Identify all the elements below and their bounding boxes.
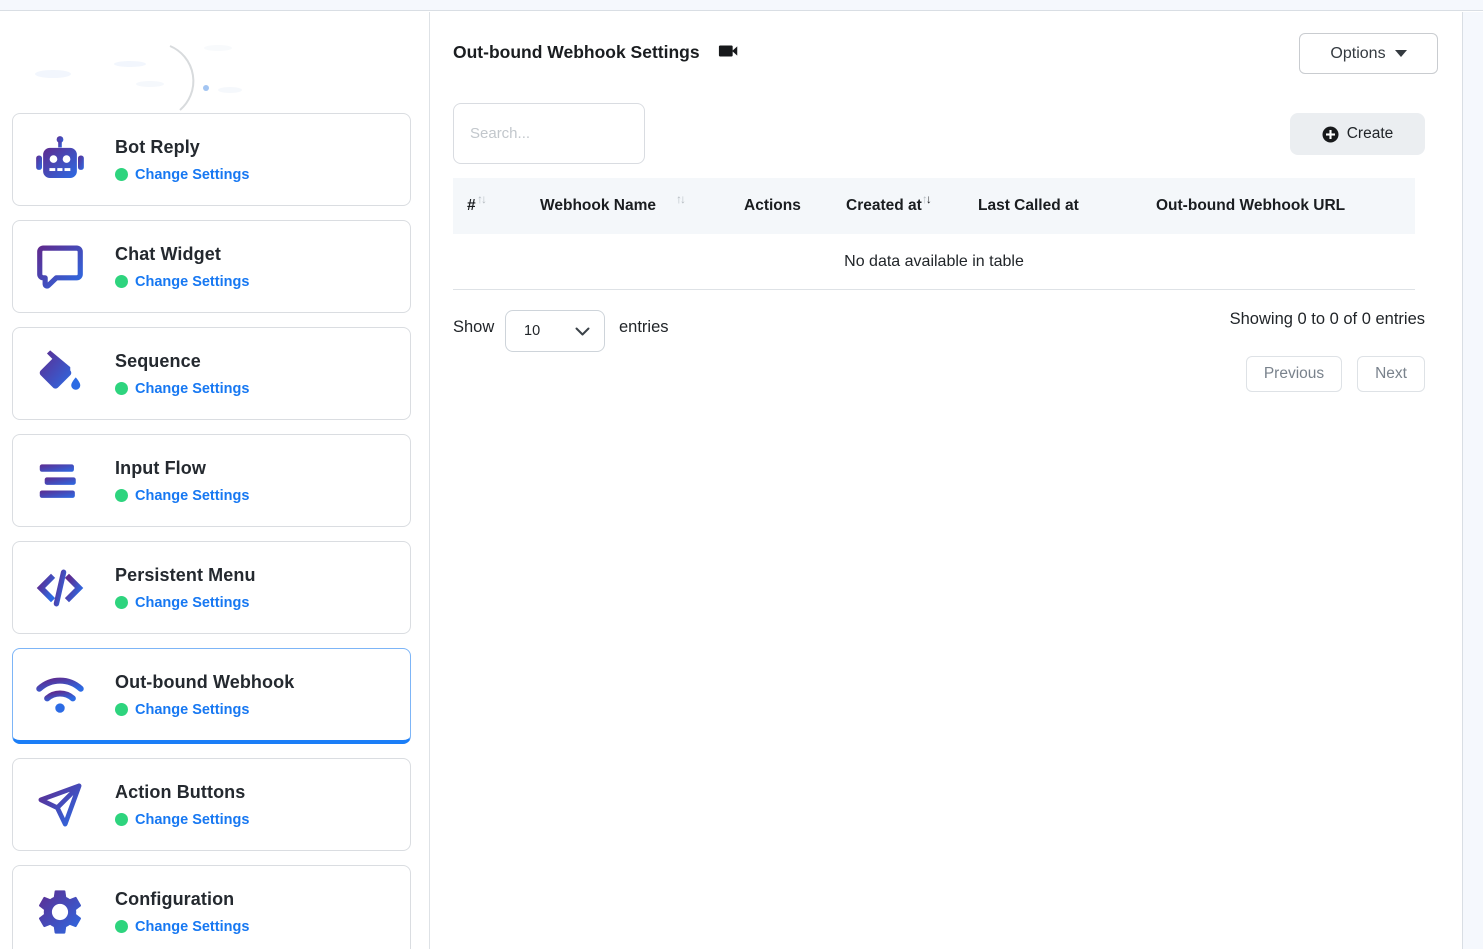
- change-settings-link[interactable]: Change Settings: [135, 381, 249, 397]
- status-dot-icon: [115, 703, 128, 716]
- change-settings-link[interactable]: Change Settings: [135, 919, 249, 935]
- change-settings-link[interactable]: Change Settings: [135, 274, 249, 290]
- code-icon: [33, 561, 87, 615]
- chevron-down-icon: [1395, 50, 1407, 57]
- page-size-select[interactable]: 10: [505, 310, 605, 352]
- change-settings-link[interactable]: Change Settings: [135, 812, 249, 828]
- settings-sidebar: Bot Reply Change Settings Chat Widget Ch…: [0, 12, 430, 949]
- main-content: Out-bound Webhook Settings Options Creat…: [431, 12, 1462, 949]
- sidebar-item-label: Out-bound Webhook: [115, 672, 294, 693]
- status-dot-icon: [115, 920, 128, 933]
- sidebar-item-label: Chat Widget: [115, 244, 249, 265]
- options-button[interactable]: Options: [1299, 33, 1438, 74]
- column-header-last-called-at[interactable]: Last Called at: [978, 178, 1079, 234]
- sidebar-item-chat-widget[interactable]: Chat Widget Change Settings: [12, 220, 411, 313]
- sidebar-item-label: Bot Reply: [115, 137, 249, 158]
- change-settings-link[interactable]: Change Settings: [135, 488, 249, 504]
- pagination-summary: Showing 0 to 0 of 0 entries: [1230, 310, 1425, 329]
- status-dot-icon: [115, 382, 128, 395]
- sort-desc-icon: ↑↓: [922, 192, 930, 206]
- create-button-label: Create: [1347, 125, 1394, 143]
- video-camera-icon[interactable]: [718, 42, 740, 60]
- change-settings-link[interactable]: Change Settings: [135, 167, 249, 183]
- logo-image: [0, 12, 429, 113]
- status-dot-icon: [115, 596, 128, 609]
- page-title: Out-bound Webhook Settings: [453, 42, 700, 63]
- sidebar-item-label: Action Buttons: [115, 782, 249, 803]
- show-label: Show: [453, 318, 494, 337]
- change-settings-link[interactable]: Change Settings: [135, 702, 249, 718]
- sidebar-item-persistent-menu[interactable]: Persistent Menu Change Settings: [12, 541, 411, 634]
- sidebar-item-label: Input Flow: [115, 458, 249, 479]
- change-settings-link[interactable]: Change Settings: [135, 595, 249, 611]
- top-frame-strip: [0, 0, 1483, 11]
- column-header-created-at[interactable]: Created at↑↓: [846, 178, 930, 234]
- status-dot-icon: [115, 275, 128, 288]
- sidebar-item-label: Persistent Menu: [115, 565, 256, 586]
- sidebar-item-bot-reply[interactable]: Bot Reply Change Settings: [12, 113, 411, 206]
- chevron-down-icon: [575, 327, 590, 336]
- search-input[interactable]: [453, 103, 645, 164]
- previous-button[interactable]: Previous: [1246, 356, 1342, 392]
- sidebar-item-label: Configuration: [115, 889, 249, 910]
- column-header-webhook-url[interactable]: Out-bound Webhook URL: [1156, 178, 1345, 234]
- create-button[interactable]: Create: [1290, 113, 1425, 155]
- plus-circle-icon: [1322, 126, 1339, 143]
- table-header-row: # ↑↓ Webhook Name↑↓ Actions Created at↑↓…: [453, 178, 1415, 234]
- sidebar-item-sequence[interactable]: Sequence Change Settings: [12, 327, 411, 420]
- paper-plane-icon: [33, 778, 87, 832]
- right-frame-strip: [1462, 12, 1483, 949]
- status-dot-icon: [115, 168, 128, 181]
- column-header-actions[interactable]: Actions: [744, 178, 801, 234]
- sidebar-item-action-buttons[interactable]: Action Buttons Change Settings: [12, 758, 411, 851]
- next-button[interactable]: Next: [1357, 356, 1425, 392]
- options-button-label: Options: [1330, 45, 1385, 63]
- sidebar-item-out-bound-webhook[interactable]: Out-bound Webhook Change Settings: [12, 648, 411, 744]
- sort-icon: ↑↓: [476, 192, 485, 206]
- table-empty-row: No data available in table: [453, 234, 1415, 290]
- sort-icon: ↑↓: [676, 192, 684, 206]
- status-dot-icon: [115, 813, 128, 826]
- column-header-webhook-name[interactable]: Webhook Name↑↓: [540, 178, 684, 234]
- gear-icon: [33, 885, 87, 939]
- status-dot-icon: [115, 489, 128, 502]
- sidebar-item-input-flow[interactable]: Input Flow Change Settings: [12, 434, 411, 527]
- empty-message: No data available in table: [844, 253, 1024, 271]
- entries-label: entries: [619, 318, 669, 337]
- chat-bubble-icon: [33, 240, 87, 294]
- sidebar-item-configuration[interactable]: Configuration Change Settings: [12, 865, 411, 949]
- page-size-value: 10: [524, 323, 540, 339]
- list-bars-icon: [33, 454, 87, 508]
- column-header-index[interactable]: # ↑↓: [467, 178, 485, 234]
- robot-icon: [33, 133, 87, 187]
- sidebar-item-label: Sequence: [115, 351, 249, 372]
- paint-bucket-icon: [33, 347, 87, 401]
- wifi-icon: [33, 668, 87, 722]
